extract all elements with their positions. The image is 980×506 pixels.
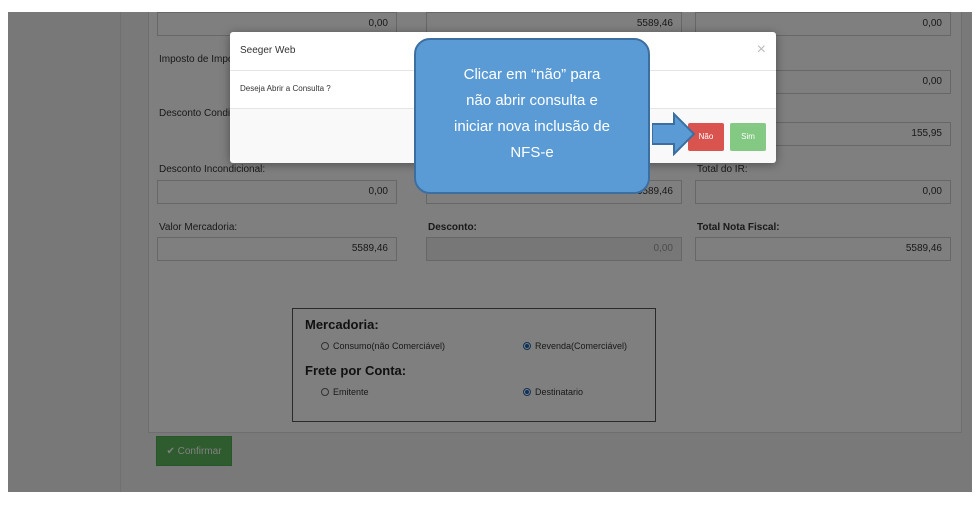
callout-line-3: iniciar nova inclusão de [454,118,610,135]
close-icon[interactable]: × [757,42,766,58]
dialog-title: Seeger Web [240,45,296,56]
dialog-message: Deseja Abrir a Consulta ? [240,84,331,93]
callout-line-1: Clicar em “não” para [463,66,601,83]
callout-line-2: não abrir consulta e [466,92,598,109]
arrow-right-icon [652,112,696,156]
instruction-callout: Clicar em “não” para não abrir consulta … [414,38,650,194]
yes-button[interactable]: Sim [730,123,766,151]
callout-line-4: NFS-e [510,144,554,161]
